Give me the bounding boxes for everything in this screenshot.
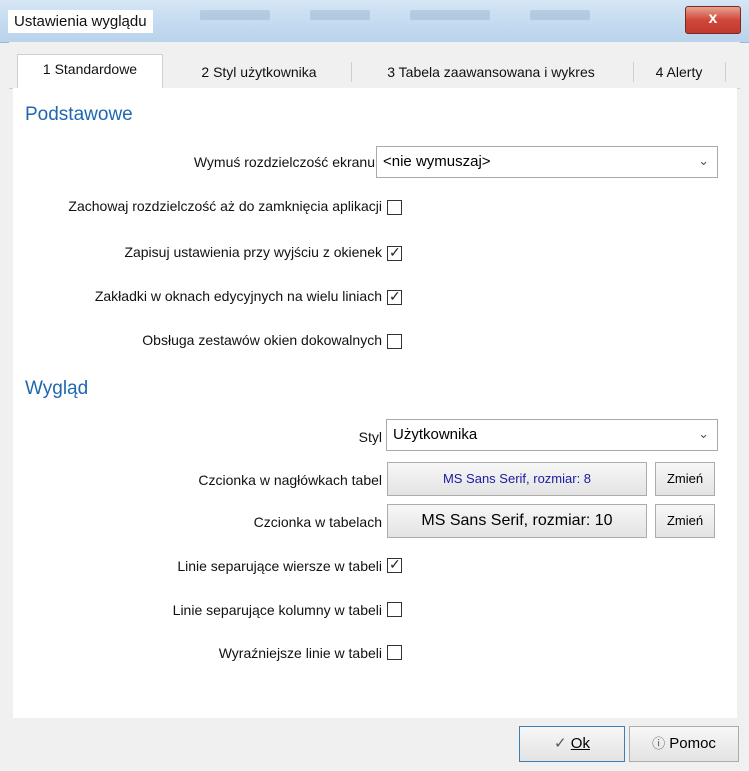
table-font-display[interactable]: MS Sans Serif, rozmiar: 10 — [387, 504, 647, 538]
dialog-footer: ✓ Ok ⓘ Pomoc — [9, 718, 740, 771]
style-select[interactable]: Użytkownika ⌄ — [386, 419, 718, 451]
tab-separator — [351, 62, 352, 82]
tab-tabela-zaawansowana[interactable]: 3 Tabela zaawansowana i wykres — [355, 58, 627, 88]
header-font-display[interactable]: MS Sans Serif, rozmiar: 8 — [387, 462, 647, 496]
settings-window: Ustawienia wyglądu x 1 Standardowe 2 Sty… — [0, 0, 749, 771]
background-blur — [410, 10, 490, 20]
keep-resolution-checkbox[interactable] — [387, 200, 402, 215]
bold-lines-label: Wyraźniejsze linie w tabeli — [218, 645, 382, 661]
dock-sets-checkbox[interactable] — [387, 334, 402, 349]
check-icon: ✓ — [389, 288, 401, 304]
resolution-label: Wymuś rozdzielczość ekranu — [193, 154, 375, 170]
bold-lines-checkbox[interactable] — [387, 645, 402, 660]
dialog-client: 1 Standardowe 2 Styl użytkownika 3 Tabel… — [9, 42, 740, 771]
tab-bar: 1 Standardowe 2 Styl użytkownika 3 Tabel… — [9, 54, 740, 89]
style-value: Użytkownika — [393, 426, 478, 443]
multiline-tabs-checkbox[interactable]: ✓ — [387, 288, 402, 305]
dock-sets-label: Obsługa zestawów okien dokowalnych — [142, 332, 382, 348]
tab-separator — [633, 62, 634, 82]
help-button-label: Pomoc — [669, 735, 716, 752]
close-icon: x — [708, 10, 718, 27]
check-icon: ✓ — [389, 244, 401, 260]
background-blur — [310, 10, 370, 20]
chevron-down-icon: ⌄ — [698, 426, 709, 441]
help-button[interactable]: ⓘ Pomoc — [629, 726, 739, 762]
save-settings-label: Zapisuj ustawienia przy wyjściu z okiene… — [124, 244, 382, 260]
help-icon: ⓘ — [652, 736, 666, 751]
col-lines-label: Linie separujące kolumny w tabeli — [172, 602, 382, 618]
multiline-tabs-label: Zakładki w oknach edycyjnych na wielu li… — [94, 288, 382, 304]
table-font-label: Czcionka w tabelach — [253, 514, 382, 530]
change-header-font-button[interactable]: Zmień — [655, 462, 715, 496]
style-label: Styl — [358, 429, 382, 445]
header-font-label: Czcionka w nagłówkach tabel — [198, 472, 382, 488]
tab-panel-standardowe: Podstawowe Wymuś rozdzielczość ekranu <n… — [13, 88, 737, 718]
background-blur — [200, 10, 270, 20]
tab-alerty[interactable]: 4 Alerty — [639, 58, 719, 88]
resolution-value: <nie wymuszaj> — [383, 153, 491, 170]
save-settings-checkbox[interactable]: ✓ — [387, 244, 402, 261]
section-heading-wyglad: Wygląd — [25, 378, 89, 399]
window-title: Ustawienia wyglądu — [8, 10, 153, 33]
close-button[interactable]: x — [685, 6, 741, 34]
ok-button-label: Ok — [570, 735, 590, 752]
row-lines-label: Linie separujące wiersze w tabeli — [177, 558, 382, 574]
tab-separator — [725, 62, 726, 82]
tab-styl-uzytkownika[interactable]: 2 Styl użytkownika — [171, 58, 347, 88]
background-blur — [530, 10, 590, 20]
resolution-select[interactable]: <nie wymuszaj> ⌄ — [376, 146, 718, 178]
ok-button[interactable]: ✓ Ok — [519, 726, 625, 762]
check-icon: ✓ — [554, 735, 567, 752]
chevron-down-icon: ⌄ — [698, 153, 709, 168]
row-lines-checkbox[interactable]: ✓ — [387, 556, 402, 573]
tab-standardowe[interactable]: 1 Standardowe — [17, 54, 163, 89]
check-icon: ✓ — [389, 556, 401, 572]
section-heading-podstawowe: Podstawowe — [25, 104, 133, 125]
col-lines-checkbox[interactable] — [387, 602, 402, 617]
title-bar[interactable]: Ustawienia wyglądu x — [0, 0, 749, 43]
change-table-font-button[interactable]: Zmień — [655, 504, 715, 538]
keep-resolution-label: Zachowaj rozdzielczość aż do zamknięcia … — [68, 198, 382, 214]
